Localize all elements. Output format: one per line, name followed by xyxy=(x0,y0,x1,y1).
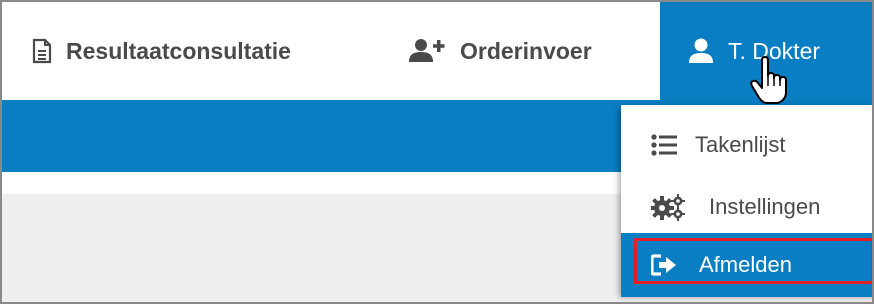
menu-item-afmelden[interactable]: Afmelden xyxy=(621,233,872,297)
top-navigation: Resultaatconsultatie Orderinvoer T. Dokt… xyxy=(2,2,872,100)
nav-orderinvoer-label: Orderinvoer xyxy=(460,37,592,64)
menu-item-instellingen-label: Instellingen xyxy=(709,194,821,219)
add-user-icon xyxy=(408,39,446,63)
user-name: T. Dokter xyxy=(728,37,821,64)
menu-item-afmelden-label: Afmelden xyxy=(699,252,792,277)
nav-resultaatconsultatie-label: Resultaatconsultatie xyxy=(66,37,291,64)
menu-item-takenlijst-label: Takenlijst xyxy=(695,132,786,157)
gears-icon xyxy=(651,193,687,221)
nav-resultaatconsultatie[interactable]: Resultaatconsultatie xyxy=(32,2,291,100)
user-icon xyxy=(688,38,714,64)
menu-item-instellingen[interactable]: Instellingen xyxy=(621,175,872,239)
menu-item-takenlijst[interactable]: Takenlijst xyxy=(621,113,872,177)
user-menu-toggle[interactable]: T. Dokter xyxy=(660,2,872,100)
nav-orderinvoer[interactable]: Orderinvoer xyxy=(408,2,592,100)
list-icon xyxy=(651,134,677,156)
user-dropdown-menu: Takenlijst Instellingen Afmelden xyxy=(621,105,872,297)
sign-out-icon xyxy=(651,254,677,276)
document-icon xyxy=(32,38,52,64)
app-frame: Resultaatconsultatie Orderinvoer T. Dokt… xyxy=(0,0,874,304)
